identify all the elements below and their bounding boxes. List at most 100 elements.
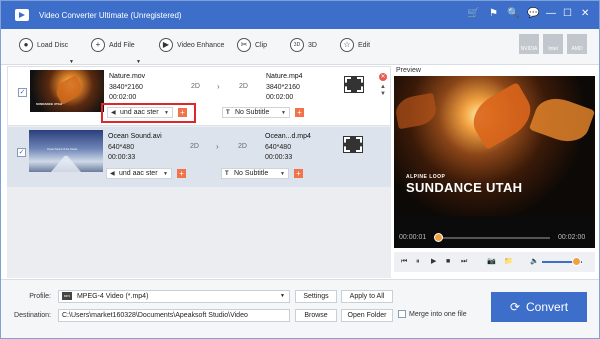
- video-thumbnail: Ocean Sound of the Ocean: [29, 130, 103, 172]
- edit-label: Edit: [358, 41, 371, 49]
- audio-track-value: und aac ster: [119, 170, 158, 177]
- edit-button[interactable]: ☆ Edit: [340, 38, 370, 52]
- load-disc-button[interactable]: ● Load Disc: [19, 38, 68, 52]
- add-file-label: Add File: [109, 41, 135, 49]
- open-folder-button[interactable]: Open Folder: [341, 309, 393, 322]
- leaf-shape: [52, 75, 86, 105]
- seek-bar[interactable]: [436, 237, 550, 239]
- file-checkbox[interactable]: ✓: [18, 88, 27, 97]
- merge-checkbox[interactable]: [398, 310, 406, 318]
- convert-button[interactable]: ⟳ Convert: [491, 292, 587, 322]
- settings-button[interactable]: Settings: [295, 290, 337, 303]
- disc-icon: ●: [19, 38, 33, 52]
- skip-back-icon[interactable]: ⏮: [401, 258, 407, 266]
- snapshot-icon[interactable]: 📷: [487, 258, 496, 266]
- file-checkbox[interactable]: ✓: [17, 148, 26, 157]
- text-icon: T: [226, 109, 230, 116]
- pause-icon[interactable]: ⏸: [416, 258, 420, 266]
- leaf-shape: [394, 92, 439, 130]
- highlight-box: [101, 103, 196, 123]
- profile-label: Profile:: [29, 293, 51, 300]
- output-duration: 00:02:00: [266, 94, 294, 101]
- close-button[interactable]: ✕: [581, 8, 589, 20]
- current-time: 00:00:01: [399, 234, 427, 241]
- output-mode: 2D: [238, 143, 247, 150]
- play-icon[interactable]: ▶: [431, 258, 436, 266]
- nvidia-badge: NVIDIA: [519, 34, 539, 54]
- window-title: Video Converter Ultimate (Unregistered): [39, 10, 182, 20]
- clip-button[interactable]: ✂ Clip: [237, 38, 267, 52]
- output-resolution: 640*480: [265, 144, 292, 151]
- thumbnail-caption: Ocean Sound of the Ocean: [47, 148, 78, 151]
- clip-label: Clip: [255, 41, 268, 49]
- title-bar: Video Converter Ultimate (Unregistered) …: [1, 1, 599, 29]
- add-audio-button[interactable]: +: [177, 169, 186, 178]
- subtitle-select[interactable]: T No Subtitle ▼: [222, 107, 290, 118]
- audio-track-select[interactable]: ◀ und aac ster ▼: [106, 168, 172, 179]
- arrow-right-icon: ›: [217, 82, 220, 91]
- output-settings-bar: Profile: MP4 MPEG-4 Video (*.mp4) ▼ Sett…: [1, 279, 599, 338]
- source-resolution: 640*480: [108, 144, 135, 151]
- preview-label: Preview: [396, 67, 421, 74]
- toolbar: ● Load Disc ▼ + Add File ▼ ▶ Video Enhan…: [1, 29, 599, 65]
- source-duration: 00:00:33: [108, 154, 136, 161]
- app-window: Video Converter Ultimate (Unregistered) …: [0, 0, 600, 339]
- preview-player: ALPINE LOOP SUNDANCE UTAH 00:00:01 00:02…: [394, 76, 595, 248]
- destination-input[interactable]: C:\Users\market160328\Documents\Apeaksof…: [58, 309, 290, 322]
- volume-handle[interactable]: [572, 257, 581, 266]
- chevron-down-icon: ▼: [281, 109, 286, 116]
- source-file-name: Ocean Sound.avi: [108, 133, 162, 140]
- folder-icon[interactable]: 📁: [504, 258, 513, 266]
- source-duration: 00:02:00: [109, 94, 137, 101]
- destination-label: Destination:: [14, 312, 51, 319]
- subtitle-value: No Subtitle: [235, 109, 270, 116]
- apply-to-all-button[interactable]: Apply to All: [341, 290, 393, 303]
- output-file-name: Nature.mp4: [266, 73, 303, 80]
- 3d-button[interactable]: 3D 3D: [290, 38, 317, 52]
- 3d-icon: 3D: [290, 38, 304, 52]
- chevron-down-icon: ▼: [280, 170, 285, 177]
- file-row[interactable]: ✓ SUNDANCE UTAH Nature.mov 3840*2160 00:…: [7, 66, 391, 126]
- add-subtitle-button[interactable]: +: [294, 169, 303, 178]
- convert-label: Convert: [526, 300, 569, 314]
- volume-icon[interactable]: 🔈: [530, 258, 539, 266]
- register-icon[interactable]: ⚑: [489, 8, 498, 20]
- chevron-down-icon: ▼: [163, 170, 168, 177]
- total-time: 00:02:00: [558, 234, 586, 241]
- subtitle-select[interactable]: T No Subtitle ▼: [221, 168, 289, 179]
- cart-icon[interactable]: 🛒: [467, 8, 479, 20]
- output-duration: 00:00:33: [265, 154, 293, 161]
- browse-button[interactable]: Browse: [295, 309, 337, 322]
- preview-caption-title: SUNDANCE UTAH: [406, 180, 523, 195]
- film-strip-icon: [344, 76, 364, 93]
- profile-select[interactable]: MP4 MPEG-4 Video (*.mp4) ▼: [58, 290, 290, 303]
- move-arrows-icon[interactable]: ▲ ▼: [380, 84, 386, 98]
- file-row[interactable]: ✓ Ocean Sound of the Ocean Ocean Sound.a…: [7, 127, 391, 187]
- text-icon: T: [225, 170, 229, 177]
- skip-forward-icon[interactable]: ⏭: [461, 258, 467, 266]
- film-strip-icon: [343, 136, 363, 153]
- add-subtitle-button[interactable]: +: [295, 108, 304, 117]
- leaf-shape: [528, 91, 595, 149]
- enhance-icon: ▶: [159, 38, 173, 52]
- feedback-icon[interactable]: 💬: [527, 8, 539, 20]
- refresh-icon: ⟳: [509, 300, 521, 314]
- video-enhance-button[interactable]: ▶ Video Enhance: [159, 38, 224, 52]
- chevron-down-icon: ▼: [280, 293, 285, 299]
- remove-file-button[interactable]: ✕: [379, 73, 387, 81]
- stop-icon[interactable]: ■: [446, 258, 450, 266]
- road-shape: [51, 156, 81, 172]
- leaf-shape: [465, 81, 539, 151]
- 3d-label: 3D: [308, 41, 317, 49]
- maximize-button[interactable]: ☐: [563, 8, 572, 20]
- output-resolution: 3840*2160: [266, 84, 300, 91]
- minimize-button[interactable]: —: [546, 8, 556, 20]
- video-thumbnail: SUNDANCE UTAH: [30, 70, 104, 112]
- seek-handle[interactable]: [434, 233, 444, 242]
- search-icon[interactable]: 🔍: [507, 8, 519, 20]
- merge-option[interactable]: Merge into one file: [398, 310, 467, 318]
- video-enhance-label: Video Enhance: [177, 41, 225, 49]
- star-icon: ☆: [340, 38, 354, 52]
- add-file-button[interactable]: + Add File: [91, 38, 135, 52]
- chevron-down-icon: ▼: [69, 59, 74, 65]
